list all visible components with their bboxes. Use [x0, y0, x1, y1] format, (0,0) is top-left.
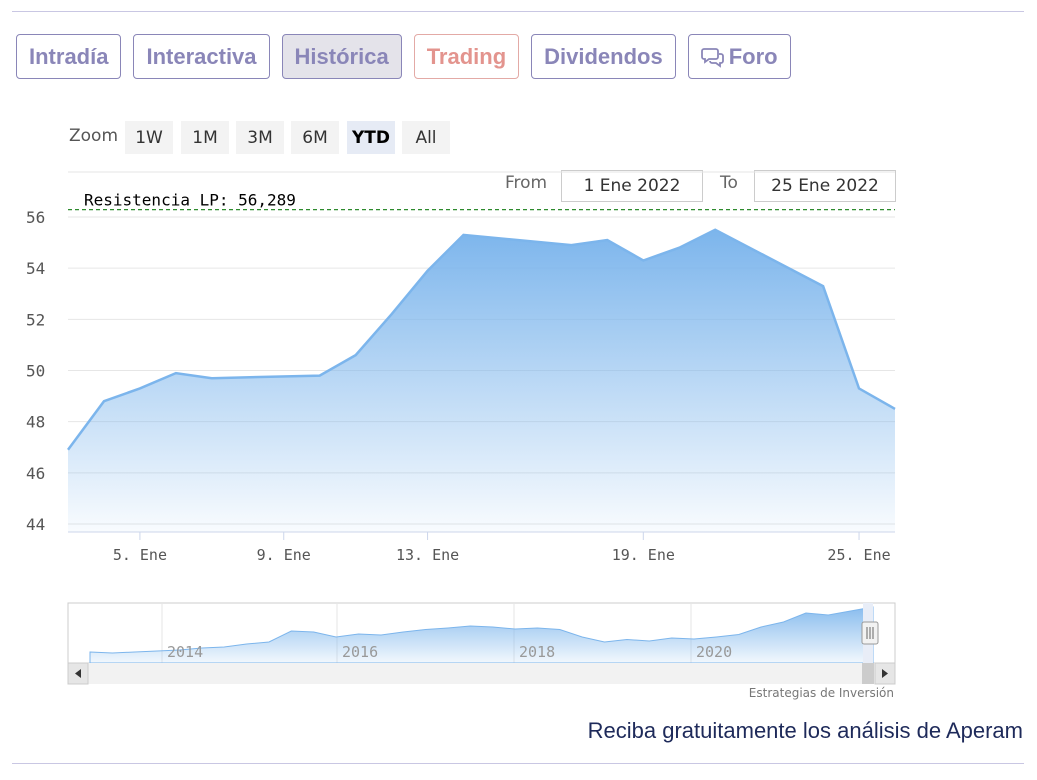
- y-tick-label: 48: [26, 413, 45, 432]
- scrollbar-thumb[interactable]: [862, 663, 874, 684]
- series-area: [68, 229, 895, 533]
- x-tick-label: 5. Ene: [113, 546, 167, 564]
- cta-link[interactable]: Reciba gratuitamente los análisis de Ape…: [588, 718, 1023, 744]
- navigator-year-label: 2020: [696, 643, 732, 661]
- x-tick-label: 25. Ene: [827, 546, 890, 564]
- x-axis-ticks: 5. Ene 9. Ene 13. Ene 19. Ene 25. Ene: [113, 532, 891, 564]
- x-tick-label: 19. Ene: [612, 546, 675, 564]
- bottom-divider: [12, 763, 1024, 764]
- y-tick-label: 46: [26, 464, 45, 483]
- y-tick-label: 54: [26, 259, 45, 278]
- navigator[interactable]: 2014 2016 2018 2020: [67, 602, 896, 664]
- x-tick-label: 13. Ene: [396, 546, 459, 564]
- y-tick-label: 52: [26, 310, 45, 329]
- chart-credit: Estrategias de Inversión: [748, 686, 894, 700]
- y-tick-label: 56: [26, 208, 45, 227]
- y-axis-ticks: 44 46 48 50 52 54 56: [26, 208, 45, 534]
- y-tick-label: 50: [26, 362, 45, 381]
- scrollbar[interactable]: [67, 662, 896, 685]
- stock-chart: 44 46 48 50 52 54 56 5. Ene 9. Ene 13. Ene 19. En…: [26, 171, 896, 685]
- navigator-year-label: 2014: [167, 643, 203, 661]
- scrollbar-track[interactable]: [68, 663, 895, 684]
- x-tick-label: 9. Ene: [257, 546, 311, 564]
- y-tick-label: 44: [26, 515, 45, 534]
- navigator-year-label: 2018: [519, 643, 555, 661]
- resistance-label: Resistencia LP: 56,289: [84, 191, 296, 210]
- navigator-year-label: 2016: [342, 643, 378, 661]
